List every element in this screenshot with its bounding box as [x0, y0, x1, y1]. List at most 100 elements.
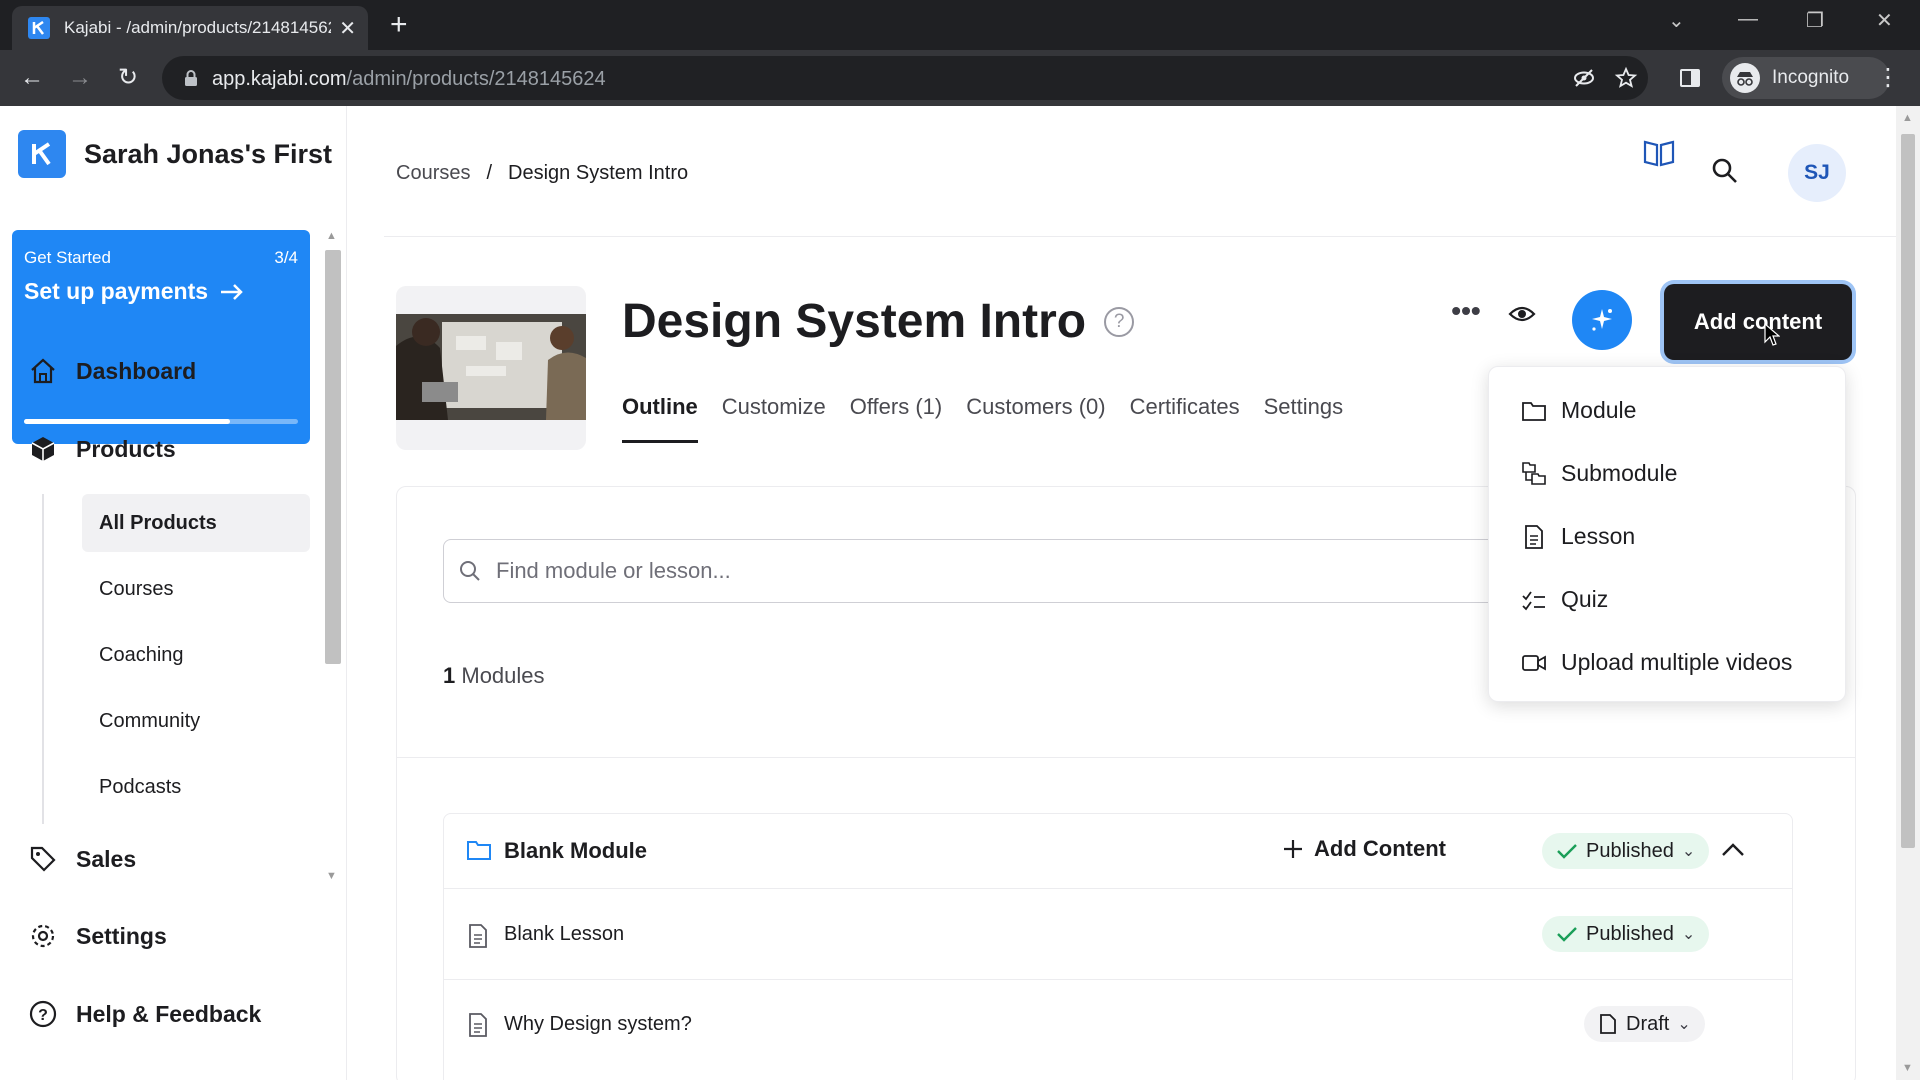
folder-icon	[1522, 401, 1546, 421]
incognito-label: Incognito	[1772, 67, 1850, 88]
tab-certificates[interactable]: Certificates	[1130, 394, 1240, 443]
menu-item-submodule[interactable]: Submodule	[1521, 460, 1677, 487]
outline-search-input[interactable]: Find module or lesson...	[443, 539, 1523, 603]
chevron-up-icon[interactable]	[1720, 840, 1746, 860]
kajabi-logo-icon	[18, 130, 66, 178]
breadcrumb-current: Design System Intro	[508, 162, 689, 184]
lesson-row[interactable]: Why Design system? Draft ⌄	[444, 980, 1792, 1070]
sidebar-subitem-label: Courses	[99, 577, 174, 600]
sidebar-item-label: Dashboard	[76, 357, 197, 384]
scroll-down-icon[interactable]: ▼	[326, 870, 337, 882]
sidebar-item-sales[interactable]: Sales	[28, 844, 136, 874]
menu-item-lesson[interactable]: Lesson	[1521, 523, 1635, 550]
sidebar-item-coaching[interactable]: Coaching	[82, 626, 310, 684]
page-scroll-thumb[interactable]	[1901, 134, 1915, 848]
lesson-name[interactable]: Why Design system?	[504, 1013, 692, 1036]
new-tab-icon[interactable]: +	[390, 10, 408, 40]
submodule-icon	[1522, 461, 1546, 485]
lesson-status-dropdown[interactable]: Draft ⌄	[1584, 1006, 1705, 1042]
module-add-content-button[interactable]: Add Content	[1282, 836, 1446, 862]
module-count: 1 Modules	[443, 663, 545, 689]
scroll-down-icon[interactable]: ▼	[1902, 1062, 1913, 1074]
module-name[interactable]: Blank Module	[504, 838, 647, 864]
avatar[interactable]: SJ	[1788, 144, 1846, 202]
tab-customers[interactable]: Customers (0)	[966, 394, 1105, 443]
tab-customize[interactable]: Customize	[722, 394, 826, 443]
restore-icon[interactable]: ❐	[1806, 8, 1824, 33]
get-started-card[interactable]: Get Started 3/4 Set up payments	[12, 230, 310, 444]
more-options-button[interactable]: •••	[1446, 296, 1486, 336]
back-icon[interactable]: ←	[16, 62, 48, 94]
module-add-content-label: Add Content	[1314, 836, 1446, 861]
tab-outline[interactable]: Outline	[622, 394, 698, 443]
promo-progress-text: 3/4	[274, 248, 298, 267]
sidebar-item-courses[interactable]: Courses	[82, 560, 310, 618]
chevron-down-icon: ⌄	[1677, 1016, 1691, 1033]
browser-tab[interactable]: Kajabi - /admin/products/2148145624 ✕	[12, 6, 368, 50]
scroll-up-icon[interactable]: ▲	[1902, 112, 1913, 124]
brand[interactable]: Sarah Jonas's First	[18, 130, 332, 178]
sidebar: Sarah Jonas's First Get Started 3/4 Set …	[0, 106, 347, 1080]
menu-item-upload-videos[interactable]: Upload multiple videos	[1521, 649, 1792, 676]
sparkle-icon	[1592, 309, 1612, 331]
page-title: Design System Intro	[622, 295, 1087, 348]
address-bar[interactable]: app.kajabi.com/admin/products/2148145624	[162, 56, 1648, 100]
sidebar-scroll-thumb[interactable]	[325, 250, 341, 664]
eye-off-icon[interactable]	[1572, 66, 1596, 90]
chevron-down-icon: ⌄	[1681, 843, 1696, 860]
sidebar-item-dashboard[interactable]: Dashboard	[28, 356, 196, 386]
tab-close-icon[interactable]: ✕	[339, 16, 356, 41]
product-title-row: Design System Intro ?	[622, 294, 1135, 349]
search-icon[interactable]	[1710, 156, 1740, 186]
help-icon: ?	[29, 1000, 57, 1028]
ai-sparkle-button[interactable]	[1572, 290, 1632, 350]
sidebar-scrollbar[interactable]: ▲ ▼	[322, 226, 344, 886]
forward-icon[interactable]: →	[64, 62, 96, 94]
search-placeholder: Find module or lesson...	[496, 558, 731, 583]
product-thumbnail[interactable]	[396, 286, 586, 450]
sidebar-item-community[interactable]: Community	[82, 692, 310, 750]
sidebar-item-label: Sales	[76, 845, 137, 872]
video-icon	[1522, 654, 1546, 671]
promo-progress-bar	[24, 419, 298, 424]
menu-item-module[interactable]: Module	[1521, 397, 1636, 424]
sidebar-item-podcasts[interactable]: Podcasts	[82, 758, 310, 816]
help-circle-icon[interactable]: ?	[1104, 306, 1135, 337]
sidebar-item-settings[interactable]: Settings	[28, 921, 167, 951]
browser-menu-icon[interactable]: ⋮	[1872, 62, 1904, 94]
check-icon	[1557, 927, 1577, 942]
breadcrumb-courses-link[interactable]: Courses	[396, 162, 470, 185]
product-tabs: Outline Customize Offers (1) Customers (…	[622, 394, 1343, 443]
module-header-row[interactable]: Blank Module Add Content Published ⌄	[444, 814, 1792, 888]
promo-progress-fill	[24, 419, 230, 424]
site-name: Sarah Jonas's First	[84, 138, 333, 169]
sidebar-item-all-products[interactable]: All Products	[82, 494, 310, 552]
module-block: Blank Module Add Content Published ⌄ Bla…	[443, 813, 1793, 1080]
sidebar-item-help[interactable]: ? Help & Feedback	[28, 999, 261, 1029]
home-icon	[31, 358, 55, 384]
window-close-icon[interactable]: ✕	[1876, 8, 1893, 33]
preview-eye-icon[interactable]	[1508, 300, 1536, 328]
module-status-dropdown[interactable]: Published ⌄	[1542, 833, 1710, 869]
lesson-status-dropdown[interactable]: Published ⌄	[1542, 916, 1710, 952]
book-icon[interactable]	[1642, 136, 1676, 170]
folder-icon	[467, 841, 491, 860]
menu-item-quiz[interactable]: Quiz	[1521, 586, 1608, 613]
sidebar-item-products[interactable]: Products	[28, 434, 176, 464]
sidebar-item-label: Products	[76, 435, 176, 462]
side-panel-icon[interactable]	[1678, 66, 1702, 90]
page-scrollbar[interactable]: ▲ ▼	[1896, 106, 1920, 1080]
reload-icon[interactable]: ↻	[112, 62, 144, 94]
lesson-name[interactable]: Blank Lesson	[504, 923, 624, 946]
kajabi-favicon-icon	[28, 17, 50, 39]
minimize-icon[interactable]: —	[1738, 8, 1758, 31]
add-content-button[interactable]: Add content	[1664, 284, 1852, 360]
lesson-row[interactable]: Blank Lesson Published ⌄	[444, 889, 1792, 979]
incognito-badge[interactable]: Incognito	[1722, 57, 1890, 99]
star-icon[interactable]	[1614, 66, 1638, 90]
tab-offers[interactable]: Offers (1)	[850, 394, 943, 443]
scroll-up-icon[interactable]: ▲	[326, 230, 337, 242]
tab-settings[interactable]: Settings	[1264, 394, 1344, 443]
menu-item-label: Module	[1561, 397, 1637, 423]
tab-search-icon[interactable]: ⌄	[1668, 8, 1685, 33]
